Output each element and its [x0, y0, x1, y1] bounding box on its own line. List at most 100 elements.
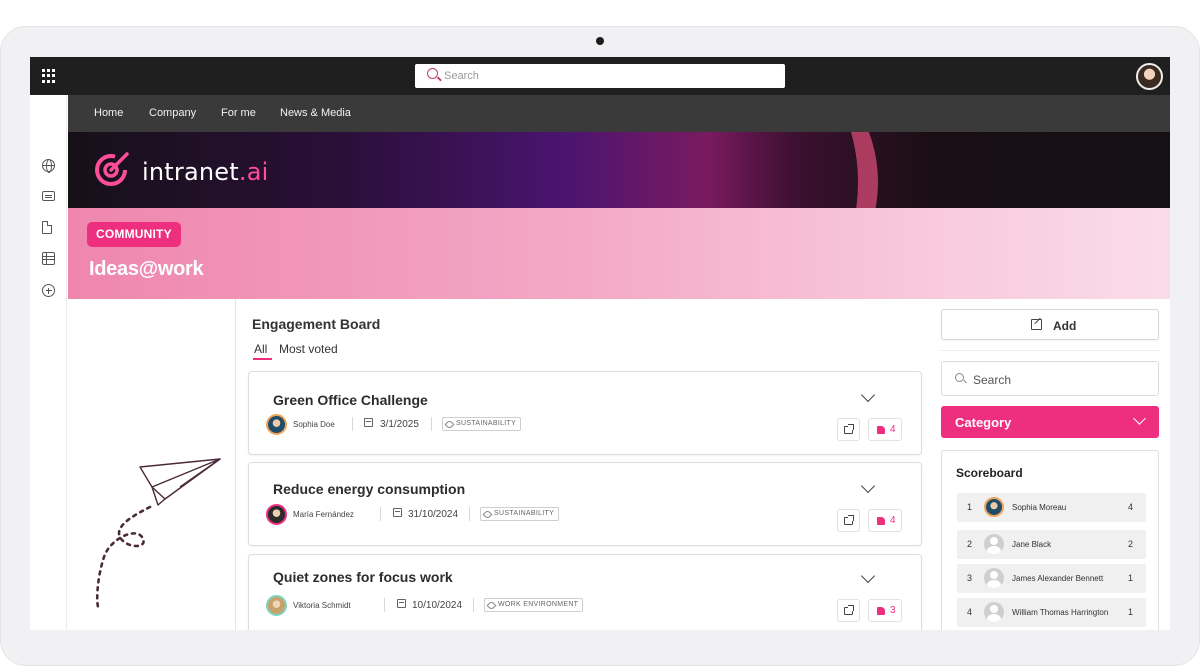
hero-section: COMMUNITY Ideas@work — [68, 208, 1170, 299]
calendar-icon — [393, 508, 402, 517]
share-button[interactable] — [837, 418, 860, 441]
idea-title[interactable]: Reduce energy consumption — [273, 481, 465, 497]
scoreboard: Scoreboard 1 Sophia Moreau 4 2 Jane Blac… — [941, 450, 1159, 630]
brand-banner: intranet.ai — [68, 132, 1170, 208]
add-label: Add — [1053, 319, 1077, 333]
community-badge: COMMUNITY — [87, 222, 181, 247]
app-launcher-icon[interactable] — [42, 69, 56, 83]
idea-card[interactable]: Green Office Challenge Sophia Doe 3/1/20… — [248, 371, 922, 455]
score: 1 — [1128, 607, 1134, 617]
avatar — [984, 497, 1004, 517]
add-idea-button[interactable]: Add — [941, 309, 1159, 340]
meta-separator — [384, 598, 385, 612]
nav-company[interactable]: Company — [149, 107, 196, 119]
category-tag: SUSTAINABILITY — [442, 417, 522, 431]
search-icon — [427, 68, 438, 79]
tab-most-voted[interactable]: Most voted — [279, 342, 338, 356]
chevron-down-icon[interactable] — [860, 387, 876, 403]
category-tag: SUSTAINABILITY — [480, 507, 560, 521]
like-button[interactable]: 3 — [868, 599, 902, 622]
user-name: William Thomas Harrington — [1012, 608, 1109, 617]
scoreboard-title: Scoreboard — [956, 466, 1023, 480]
table-icon[interactable] — [42, 252, 55, 265]
meta-separator — [380, 507, 381, 521]
nav-for-me[interactable]: For me — [221, 107, 256, 119]
author-avatar — [266, 595, 287, 616]
banner-ring-decoration — [708, 132, 878, 208]
user-name: Jane Black — [1012, 540, 1052, 549]
rank: 4 — [967, 607, 973, 617]
author-avatar — [266, 504, 287, 525]
score: 1 — [1128, 573, 1134, 583]
idea-date: 31/10/2024 — [408, 509, 459, 520]
scoreboard-row[interactable]: 1 Sophia Moreau 4 — [957, 493, 1146, 522]
score: 4 — [1128, 502, 1134, 512]
score: 2 — [1128, 539, 1134, 549]
idea-title[interactable]: Green Office Challenge — [273, 392, 428, 408]
like-count: 4 — [890, 424, 896, 435]
avatar — [984, 534, 1004, 554]
idea-date: 10/10/2024 — [412, 600, 463, 611]
rank: 2 — [967, 539, 973, 549]
nav-news-media[interactable]: News & Media — [280, 107, 351, 119]
camera-dot — [596, 37, 604, 45]
category-tag: WORK ENVIRONMENT — [484, 598, 584, 612]
idea-title[interactable]: Quiet zones for focus work — [273, 569, 453, 585]
idea-card[interactable]: Reduce energy consumption María Fernánde… — [248, 462, 922, 546]
like-count: 3 — [890, 605, 896, 616]
chevron-down-icon[interactable] — [860, 478, 876, 494]
scoreboard-row[interactable]: 4 William Thomas Harrington 1 — [957, 598, 1146, 627]
idea-card[interactable]: Quiet zones for focus work Viktoria Schm… — [248, 554, 922, 630]
document-icon[interactable] — [42, 221, 52, 234]
meta-separator — [352, 417, 353, 431]
author-name: Viktoria Schmidt — [293, 601, 351, 610]
idea-date: 3/1/2025 — [380, 419, 419, 430]
like-count: 4 — [890, 515, 896, 526]
idea-search-input[interactable]: Search — [941, 361, 1159, 396]
tab-all[interactable]: All — [252, 342, 273, 360]
meta-separator — [469, 507, 470, 521]
meta-separator — [431, 417, 432, 431]
like-button[interactable]: 4 — [868, 509, 902, 532]
add-circle-icon[interactable] — [42, 284, 55, 297]
user-name: Sophia Moreau — [1012, 503, 1067, 512]
target-logo-icon — [95, 152, 129, 186]
left-sidebar — [30, 95, 67, 630]
rank: 3 — [967, 573, 973, 583]
author-name: María Fernández — [293, 510, 354, 519]
search-icon — [955, 373, 964, 382]
globe-icon[interactable] — [42, 159, 55, 173]
main-nav: Home Company For me News & Media — [68, 95, 1170, 132]
calendar-icon — [364, 418, 373, 427]
news-icon[interactable] — [42, 191, 55, 201]
page-title: Ideas@work — [89, 258, 204, 280]
scoreboard-row[interactable]: 2 Jane Black 2 — [957, 530, 1146, 559]
thumbs-up-icon — [877, 517, 885, 525]
category-label: Category — [955, 415, 1012, 430]
category-dropdown[interactable]: Category — [941, 406, 1159, 438]
author-avatar — [266, 414, 287, 435]
thumbs-up-icon — [877, 426, 885, 434]
calendar-icon — [397, 599, 406, 608]
thumbs-up-icon — [877, 607, 885, 615]
rank: 1 — [967, 502, 973, 512]
scoreboard-row[interactable]: 3 James Alexander Bennett 1 — [957, 564, 1146, 593]
right-divider — [941, 350, 1159, 351]
board-title: Engagement Board — [252, 316, 381, 332]
share-button[interactable] — [837, 509, 860, 532]
avatar — [984, 568, 1004, 588]
global-search-input[interactable]: Search — [415, 64, 785, 88]
share-button[interactable] — [837, 599, 860, 622]
chevron-down-icon[interactable] — [860, 568, 876, 584]
user-avatar[interactable] — [1136, 63, 1163, 90]
idea-search-placeholder: Search — [973, 373, 1012, 387]
paper-plane-illustration — [95, 458, 221, 609]
meta-separator — [473, 598, 474, 612]
like-button[interactable]: 4 — [868, 418, 902, 441]
logo-text: intranet.ai — [142, 158, 269, 186]
avatar — [984, 602, 1004, 622]
nav-home[interactable]: Home — [94, 107, 123, 119]
user-name: James Alexander Bennett — [1012, 574, 1104, 583]
top-bar: Search — [30, 57, 1170, 95]
edit-icon — [1031, 319, 1042, 330]
